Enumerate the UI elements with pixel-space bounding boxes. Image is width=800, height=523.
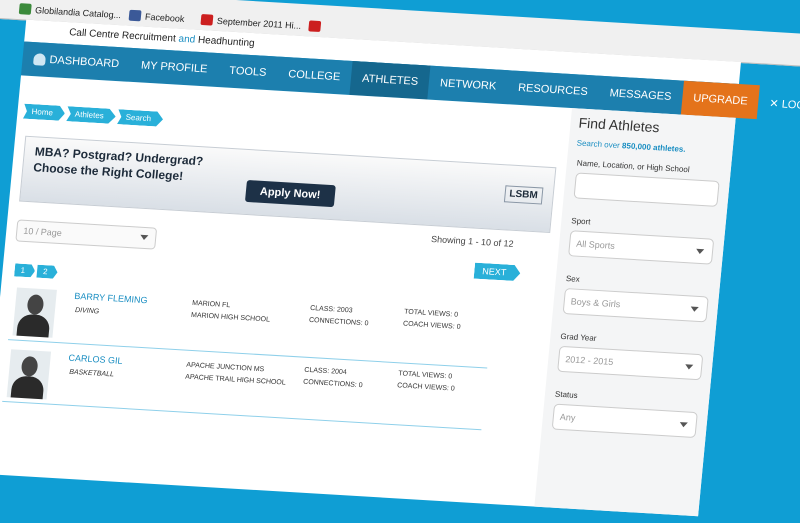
nav-messages[interactable]: Messages	[597, 76, 684, 115]
facebook-icon	[128, 9, 142, 22]
nav-college[interactable]: College	[276, 57, 353, 95]
sidebar-subtitle: Search over 850,000 athletes.	[576, 138, 686, 154]
athlete-location: Apache Junction MS Apache Trail High Sch…	[184, 361, 286, 387]
chevron-down-icon	[690, 306, 699, 312]
next-page-button[interactable]: NEXT	[474, 263, 521, 282]
athlete-name[interactable]: Carlos Gil	[68, 353, 123, 366]
nav-tools[interactable]: Tools	[217, 53, 279, 90]
breadcrumb: Home Athletes Search	[23, 104, 164, 127]
address-bar[interactable]: impactrecruit	[6, 0, 64, 3]
name-field-label: Name, Location, or High School	[576, 158, 691, 175]
chevron-down-icon	[684, 364, 694, 370]
status-label: Status	[554, 389, 579, 400]
athlete-views: Total Views: 0 Coach Views: 0	[396, 370, 456, 393]
apply-now-button[interactable]: Apply Now!	[244, 179, 336, 208]
athlete-sport: Diving	[74, 307, 100, 316]
nav-athletes[interactable]: Athletes	[349, 61, 431, 100]
athlete-location: Marion FL Marion High School	[190, 299, 271, 324]
bookmark-facebook[interactable]: Facebook	[128, 9, 185, 24]
grad-year-select[interactable]: 2012 - 2015	[557, 345, 704, 381]
page-1-button[interactable]: 1	[14, 263, 36, 277]
sex-select[interactable]: Boys & Girls	[562, 288, 709, 323]
athlete-class: Class: 2003 Connections: 0	[308, 304, 369, 328]
bookmark-globilandia[interactable]: Globilandia Catalog...	[18, 3, 122, 20]
banner-text: MBA? Postgrad? Undergrad? Choose the Rig…	[32, 144, 204, 184]
nav-network[interactable]: Network	[427, 66, 508, 105]
sex-label: Sex	[565, 274, 581, 284]
per-page-select[interactable]: 10 / Page	[15, 219, 158, 250]
athlete-sport: Basketball	[68, 368, 115, 379]
pagination: 1 2	[14, 263, 58, 278]
youtube-icon	[200, 13, 214, 26]
logout-button[interactable]: ✕ Logout	[757, 85, 800, 124]
bookmark-news[interactable]	[308, 20, 322, 33]
athlete-class: Class: 2004 Connections: 0	[302, 366, 363, 390]
name-search-input[interactable]	[573, 172, 720, 207]
lsbm-logo: LSBM	[503, 185, 544, 205]
status-select[interactable]: Any	[551, 403, 698, 439]
breadcrumb-athletes[interactable]: Athletes	[66, 106, 116, 124]
news-icon	[308, 20, 322, 33]
screen: impactrecruit Globilandia Catalog... Fac…	[0, 0, 800, 517]
main-content: Home Athletes Search MBA? Postgrad? Unde…	[0, 75, 736, 517]
nav-my-profile[interactable]: My Profile	[128, 48, 219, 87]
chevron-down-icon	[679, 422, 688, 428]
sport-select[interactable]: All Sports	[568, 230, 715, 265]
avatar[interactable]	[12, 287, 57, 338]
sport-label: Sport	[570, 216, 591, 227]
nav-resources[interactable]: Resources	[506, 70, 601, 109]
sidebar-title: Find Athletes	[577, 114, 661, 136]
breadcrumb-search: Search	[117, 109, 164, 127]
user-icon	[32, 53, 47, 66]
page-2-button[interactable]: 2	[36, 265, 58, 279]
chevron-down-icon	[695, 248, 705, 255]
search-sidebar: Find Athletes Search over 850,000 athlet…	[534, 108, 736, 517]
chevron-down-icon	[139, 234, 149, 241]
grad-year-label: Grad Year	[560, 331, 597, 343]
athlete-views: Total Views: 0 Coach Views: 0	[402, 308, 461, 331]
bookmark-september[interactable]: September 2011 Hi...	[200, 13, 302, 31]
athlete-name[interactable]: Barry Fleming	[74, 291, 148, 305]
globe-icon	[18, 3, 32, 15]
upgrade-button[interactable]: Upgrade	[680, 80, 761, 120]
results-count: Showing 1 - 10 of 12	[430, 234, 515, 249]
ad-banner[interactable]: MBA? Postgrad? Undergrad? Choose the Rig…	[19, 135, 557, 234]
breadcrumb-home[interactable]: Home	[23, 104, 66, 121]
avatar[interactable]	[6, 349, 52, 400]
